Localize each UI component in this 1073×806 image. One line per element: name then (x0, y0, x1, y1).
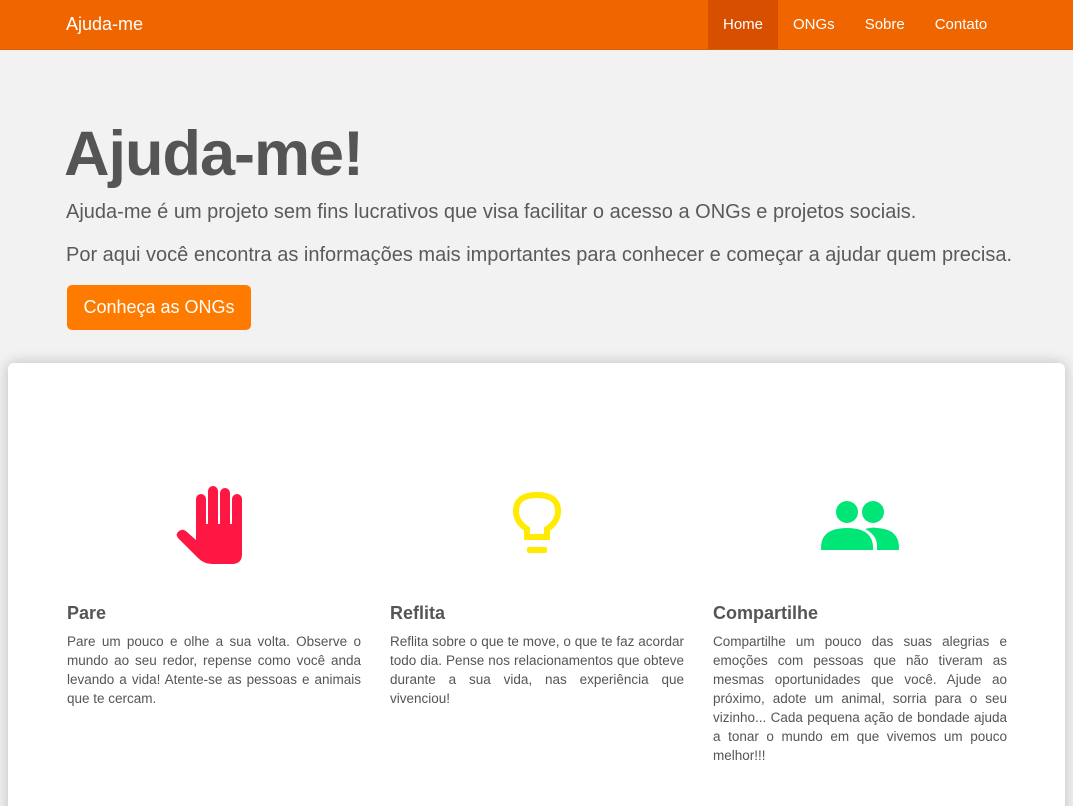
feature-text-reflita: Reflita sobre o que te move, o que te fa… (390, 634, 684, 706)
brand-link[interactable]: Ajuda-me (66, 14, 143, 35)
people-icon (713, 481, 1007, 571)
feature-title-reflita: Reflita (390, 603, 446, 623)
nav-item-home[interactable]: Home (708, 0, 779, 49)
nav-item-ongs[interactable]: ONGs (778, 0, 850, 49)
feature-text-compartilhe: Compartilhe um pouco das suas alegrias e… (713, 634, 1007, 763)
lightbulb-icon (390, 481, 684, 571)
conheca-ongs-button[interactable]: Conheça as ONGs (67, 285, 251, 330)
feature-title-compartilhe: Compartilhe (713, 603, 819, 623)
navbar: Ajuda-me Home ONGs Sobre Contato (0, 0, 1073, 50)
hero-lead-1: Ajuda-me é um projeto sem fins lucrativo… (66, 201, 917, 223)
hero-lead-2: Por aqui você encontra as informações ma… (66, 244, 1013, 266)
feature-text-pare: Pare um pouco e olhe a sua volta. Observ… (67, 634, 361, 706)
hand-stop-icon (67, 481, 361, 571)
nav-item-sobre[interactable]: Sobre (850, 0, 920, 49)
features-card: Pare Pare um pouco e olhe a sua volta. O… (8, 363, 1065, 806)
feature-title-pare: Pare (67, 603, 107, 623)
nav-menu: Home ONGs Sobre Contato (708, 0, 1002, 49)
hero-title: Ajuda-me! (64, 119, 364, 189)
nav-item-contato[interactable]: Contato (920, 0, 1003, 49)
